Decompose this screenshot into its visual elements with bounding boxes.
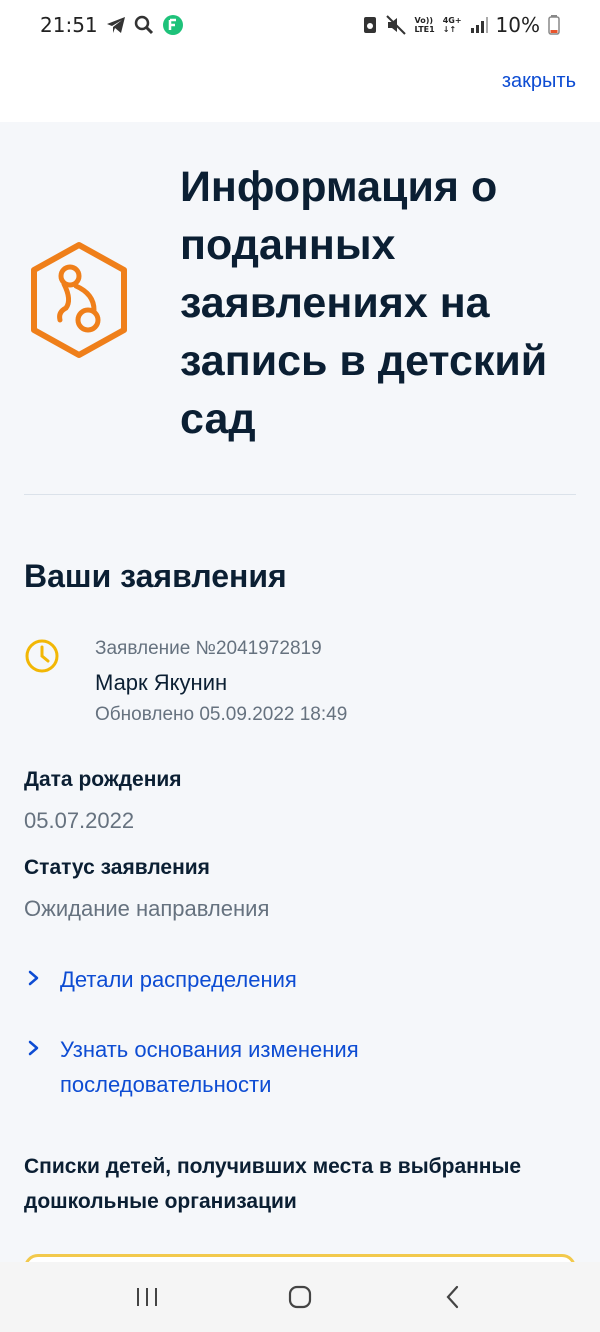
search-icon — [134, 15, 154, 35]
status-time: 21:51 — [40, 13, 98, 37]
recent-apps-icon[interactable] — [127, 1277, 167, 1317]
divider — [24, 494, 576, 495]
chevron-right-icon — [24, 1038, 44, 1058]
volte-bottom: LTE1 — [414, 25, 435, 34]
recycle-icon — [362, 15, 378, 35]
order-reasons-link[interactable]: Узнать основания изменения последователь… — [24, 1032, 460, 1102]
birth-date-value: 05.07.2022 — [24, 808, 135, 833]
app-icon — [162, 14, 184, 36]
status-bar: 21:51 Vo)) LTE1 4G+ ↓↑ 10% — [0, 0, 600, 50]
distribution-details-label: Детали распределения — [60, 967, 297, 992]
network-type: 4G+ — [442, 16, 462, 25]
network-arrows: ↓↑ — [442, 25, 457, 34]
application-updated: Обновлено 05.09.2022 18:49 — [95, 704, 348, 725]
lists-title: Списки детей, получивших места в выбранн… — [24, 1155, 522, 1213]
status-label: Статус заявления — [24, 856, 210, 879]
clock-icon — [24, 638, 60, 674]
pacifier-icon — [24, 240, 134, 360]
battery-icon — [548, 15, 560, 35]
application-card[interactable]: Заявление №2041972819 Марк Якунин Обновл… — [24, 630, 576, 730]
telegram-icon — [106, 16, 126, 34]
battery-text: 10% — [495, 13, 540, 37]
top-header: закрыть — [0, 50, 600, 122]
birth-date-label: Дата рождения — [24, 768, 182, 791]
main-content: Информация о поданных заявлениях на запи… — [0, 122, 600, 1262]
application-number: Заявление №2041972819 — [95, 638, 322, 659]
status-value: Ожидание направления — [24, 896, 270, 921]
order-reasons-label: Узнать основания изменения последователь… — [60, 1037, 359, 1097]
page-title: Информация о поданных заявлениях на запи… — [180, 163, 548, 443]
status-right: Vo)) LTE1 4G+ ↓↑ 10% — [362, 13, 560, 37]
home-icon[interactable] — [280, 1277, 320, 1317]
chevron-right-icon — [24, 968, 44, 988]
volte-indicator: Vo)) LTE1 — [414, 16, 434, 34]
signal-icon — [470, 16, 488, 34]
section-title: Ваши заявления — [24, 558, 287, 594]
mute-icon — [386, 15, 407, 35]
close-link[interactable]: закрыть — [502, 70, 576, 93]
back-icon[interactable] — [433, 1277, 473, 1317]
applicant-name: Марк Якунин — [95, 670, 228, 695]
system-nav-bar — [0, 1262, 600, 1332]
network-indicator: 4G+ ↓↑ — [443, 16, 462, 34]
status-left: 21:51 — [40, 13, 184, 37]
volte-top: Vo)) — [414, 16, 433, 25]
distribution-details-link[interactable]: Детали распределения — [24, 962, 460, 997]
info-card[interactable] — [24, 1254, 576, 1262]
